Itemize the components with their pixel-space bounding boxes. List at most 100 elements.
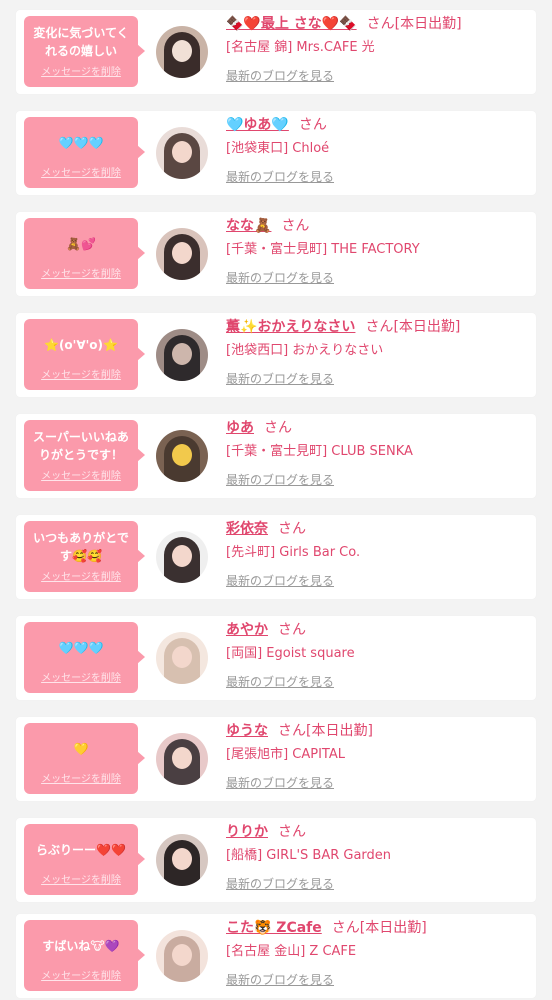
cast-name-link[interactable]: 薫✨おかえりなさい <box>226 319 355 335</box>
message-text: 🩵🩵🩵 <box>58 136 104 150</box>
honorific: さん <box>298 117 327 133</box>
honorific: さん <box>278 723 306 739</box>
message-bubble[interactable]: ⭐(o'∀'o)⭐ メッセージを削除 <box>24 319 145 390</box>
delete-message-link[interactable]: メッセージを削除 <box>28 672 134 686</box>
list-item: 🩵🩵🩵 メッセージを削除 🩵ゆあ🩵 さん [池袋東口] Chloé 最新のブログを… <box>16 111 536 195</box>
shop-info: [両国] Egoist square <box>226 646 355 661</box>
delete-message-link[interactable]: メッセージを削除 <box>28 874 134 888</box>
avatar[interactable] <box>156 127 208 179</box>
list-item: 💛 メッセージを削除 ゆうな さん[本日出勤] [尾張旭市] CAPITAL 最新… <box>16 717 536 801</box>
message-bubble[interactable]: 🧸💕 メッセージを削除 <box>24 218 145 289</box>
avatar[interactable] <box>156 228 208 280</box>
message-text: いつもありがとです🥰🥰 <box>33 531 129 563</box>
list-item: すばいね🐮💜 メッセージを削除 こた🐯 ZCafe さん[本日出勤] [名古屋 金… <box>16 914 536 998</box>
honorific: さん <box>278 521 306 537</box>
name-row: 彩依奈 さん <box>226 520 306 538</box>
honorific: さん <box>278 622 306 638</box>
list-item: 変化に気づいてくれるの嬉しい メッセージを削除 🍫❤️最上 さな❤️🍫 さん[本日… <box>16 10 536 94</box>
latest-blog-link[interactable]: 最新のブログを見る <box>226 573 334 589</box>
shop-info: [尾張旭市] CAPITAL <box>226 747 345 762</box>
delete-message-link[interactable]: メッセージを削除 <box>28 66 134 80</box>
shop-info: [池袋西口] おかえりなさい <box>226 343 384 358</box>
message-bubble[interactable]: 🩵🩵🩵 メッセージを削除 <box>24 622 145 693</box>
cast-name-link[interactable]: ゆあ <box>226 420 254 436</box>
honorific: さん <box>278 824 306 840</box>
name-row: りりか さん <box>226 823 306 841</box>
latest-blog-link[interactable]: 最新のブログを見る <box>226 876 334 892</box>
delete-message-link[interactable]: メッセージを削除 <box>28 970 134 984</box>
status-badge: [本日出勤] <box>393 319 461 335</box>
latest-blog-link[interactable]: 最新のブログを見る <box>226 674 334 690</box>
shop-info: [船橋] GIRL'S BAR Garden <box>226 848 392 863</box>
latest-blog-link[interactable]: 最新のブログを見る <box>226 972 334 988</box>
message-text: スーパーいいねありがとうです！ <box>33 430 129 462</box>
list-item: ⭐(o'∀'o)⭐ メッセージを削除 薫✨おかえりなさい さん[本日出勤] [池袋… <box>16 313 536 397</box>
shop-info: [名古屋 金山] Z CAFE <box>226 944 357 959</box>
avatar[interactable] <box>156 329 208 381</box>
avatar[interactable] <box>156 531 208 583</box>
honorific: さん <box>264 420 292 436</box>
list-item: 🩵🩵🩵 メッセージを削除 あやか さん [両国] Egoist square 最新… <box>16 616 536 700</box>
shop-info: [千葉・富士見町] CLUB SENKA <box>226 444 413 459</box>
latest-blog-link[interactable]: 最新のブログを見る <box>226 371 334 387</box>
honorific: さん <box>365 319 394 335</box>
delete-message-link[interactable]: メッセージを削除 <box>28 571 134 585</box>
name-row: 🍫❤️最上 さな❤️🍫 さん[本日出勤] <box>226 15 462 33</box>
list-item: 🧸💕 メッセージを削除 なな🧸 さん [千葉・富士見町] THE FACTORY … <box>16 212 536 296</box>
message-bubble[interactable]: すばいね🐮💜 メッセージを削除 <box>24 920 145 991</box>
message-text: 💛 <box>73 742 89 756</box>
avatar[interactable] <box>156 930 208 982</box>
name-row: 🩵ゆあ🩵 さん <box>226 116 327 134</box>
cast-name-link[interactable]: こた🐯 ZCafe <box>226 920 322 936</box>
delete-message-link[interactable]: メッセージを削除 <box>28 268 134 282</box>
name-row: あやか さん <box>226 621 306 639</box>
shop-info: [千葉・富士見町] THE FACTORY <box>226 242 420 257</box>
latest-blog-link[interactable]: 最新のブログを見る <box>226 472 334 488</box>
delete-message-link[interactable]: メッセージを削除 <box>28 167 134 181</box>
latest-blog-link[interactable]: 最新のブログを見る <box>226 169 334 185</box>
delete-message-link[interactable]: メッセージを削除 <box>28 773 134 787</box>
list-item: スーパーいいねありがとうです！ メッセージを削除 ゆあ さん [千葉・富士見町] … <box>16 414 536 498</box>
message-text: すばいね🐮💜 <box>42 939 120 953</box>
status-badge: [本日出勤] <box>306 723 373 739</box>
cast-name-link[interactable]: 🩵ゆあ🩵 <box>226 117 289 133</box>
list-item: らぶりーー❤️❤️ メッセージを削除 りりか さん [船橋] GIRL'S BAR… <box>16 818 536 902</box>
avatar[interactable] <box>156 430 208 482</box>
cast-name-link[interactable]: りりか <box>226 824 268 840</box>
message-bubble[interactable]: 変化に気づいてくれるの嬉しい メッセージを削除 <box>24 16 145 87</box>
status-badge: [本日出勤] <box>394 16 462 32</box>
shop-info: [池袋東口] Chloé <box>226 141 330 156</box>
honorific: さん <box>281 218 310 234</box>
message-text: ⭐(o'∀'o)⭐ <box>44 338 118 352</box>
avatar[interactable] <box>156 632 208 684</box>
message-bubble[interactable]: 🩵🩵🩵 メッセージを削除 <box>24 117 145 188</box>
honorific: さん <box>331 920 360 936</box>
delete-message-link[interactable]: メッセージを削除 <box>28 470 134 484</box>
message-bubble[interactable]: 💛 メッセージを削除 <box>24 723 145 794</box>
avatar[interactable] <box>156 26 208 78</box>
message-text: 🩵🩵🩵 <box>58 641 104 655</box>
name-row: ゆあ さん <box>226 419 292 437</box>
cast-name-link[interactable]: 彩依奈 <box>226 521 268 537</box>
cast-name-link[interactable]: 🍫❤️最上 さな❤️🍫 <box>226 16 357 32</box>
delete-message-link[interactable]: メッセージを削除 <box>28 369 134 383</box>
message-text: らぶりーー❤️❤️ <box>36 843 126 857</box>
name-row: 薫✨おかえりなさい さん[本日出勤] <box>226 318 460 336</box>
name-row: ゆうな さん[本日出勤] <box>226 722 373 740</box>
message-bubble[interactable]: いつもありがとです🥰🥰 メッセージを削除 <box>24 521 145 592</box>
latest-blog-link[interactable]: 最新のブログを見る <box>226 270 334 286</box>
cast-name-link[interactable]: あやか <box>226 622 268 638</box>
message-bubble[interactable]: らぶりーー❤️❤️ メッセージを削除 <box>24 824 145 895</box>
message-bubble[interactable]: スーパーいいねありがとうです！ メッセージを削除 <box>24 420 145 491</box>
status-badge: [本日出勤] <box>359 920 427 936</box>
avatar[interactable] <box>156 733 208 785</box>
honorific: さん <box>366 16 395 32</box>
cast-name-link[interactable]: ゆうな <box>226 723 268 739</box>
list-item: いつもありがとです🥰🥰 メッセージを削除 彩依奈 さん [先斗町] Girls B… <box>16 515 536 599</box>
message-text: 変化に気づいてくれるの嬉しい <box>33 26 129 58</box>
cast-name-link[interactable]: なな🧸 <box>226 218 271 234</box>
latest-blog-link[interactable]: 最新のブログを見る <box>226 68 334 84</box>
avatar[interactable] <box>156 834 208 886</box>
latest-blog-link[interactable]: 最新のブログを見る <box>226 775 334 791</box>
name-row: こた🐯 ZCafe さん[本日出勤] <box>226 919 427 937</box>
